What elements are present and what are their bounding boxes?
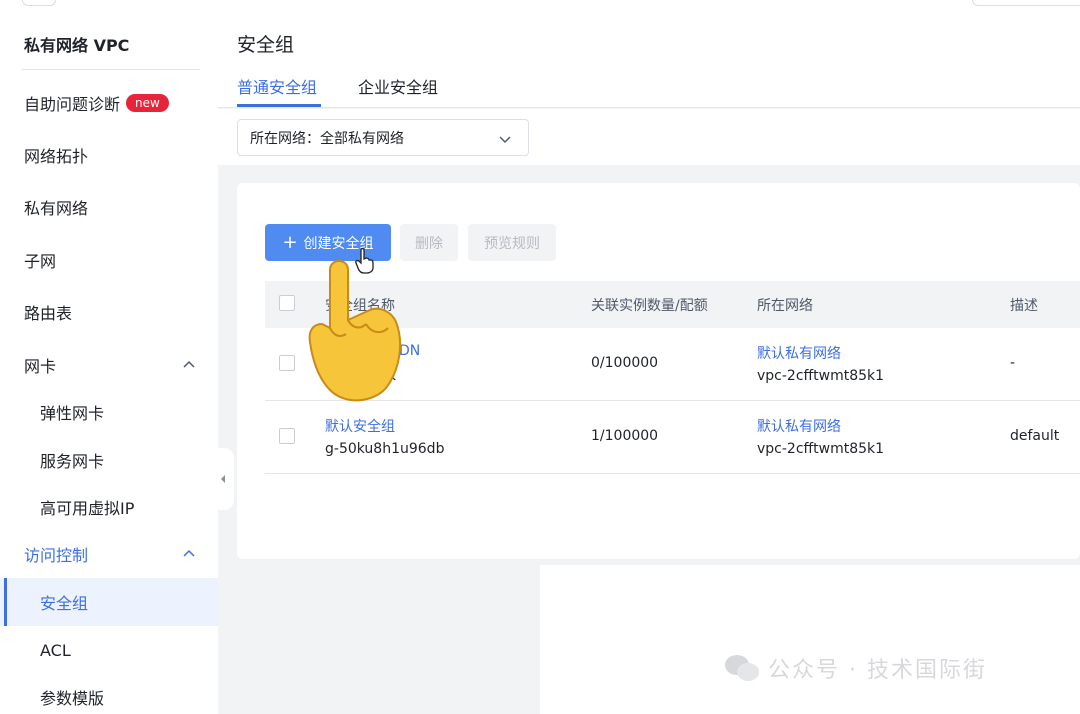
watermark: 公众号 · 技术国际街	[724, 652, 987, 684]
sidebar-item-label: ACL	[40, 640, 71, 660]
preview-rules-button[interactable]: 预览规则	[468, 224, 556, 261]
sidebar-collapse-handle[interactable]	[212, 448, 234, 510]
page-title: 安全组	[237, 34, 295, 56]
sidebar-item-subnet[interactable]: 子网	[0, 236, 218, 284]
sidebar-item-acl[interactable]: ACL	[0, 626, 218, 674]
sidebar-item-elastic-nic[interactable]: 弹性网卡	[0, 388, 218, 436]
description: default	[1010, 428, 1060, 444]
top-left-control[interactable]	[22, 0, 56, 6]
instance-quota: 1/100000	[591, 428, 659, 444]
vpc-id: vpc-2cfftwmt85k1	[757, 441, 885, 457]
sidebar-item-label: 私有网络	[24, 199, 89, 218]
sidebar-item-security-group[interactable]: 安全组	[0, 578, 218, 626]
sidebar-item-label: 安全组	[40, 594, 89, 613]
new-badge: new	[126, 94, 169, 112]
active-tab-indicator	[237, 104, 321, 107]
sidebar-item-route-table[interactable]: 路由表	[0, 288, 218, 336]
network-link[interactable]: 默认私有网络	[757, 416, 841, 436]
sidebar-title: 私有网络 VPC	[24, 36, 130, 55]
wechat-icon	[725, 655, 759, 681]
sidebar: 私有网络 VPC 自助问题诊断 new 网络拓扑 私有网络 子网 路由表 网卡 …	[0, 14, 218, 714]
column-header-quota: 关联实例数量/配额	[591, 298, 708, 314]
top-right-control[interactable]	[972, 0, 1080, 6]
network-link[interactable]: 默认私有网络	[757, 343, 841, 363]
sidebar-item-label: 网络拓扑	[24, 147, 89, 166]
chevron-down-icon	[499, 136, 511, 143]
row-checkbox[interactable]	[279, 355, 295, 371]
sidebar-item-label: 服务网卡	[40, 452, 105, 471]
sidebar-item-topology[interactable]: 网络拓扑	[0, 131, 218, 179]
sidebar-item-havip[interactable]: 高可用虚拟IP	[0, 483, 218, 531]
tab-normal-security-group[interactable]: 普通安全组	[237, 74, 317, 98]
network-select-value: 所在网络：全部私有网络	[250, 130, 404, 147]
security-group-name-link[interactable]: 默认安全组	[325, 416, 395, 436]
sidebar-item-label: 弹性网卡	[40, 404, 105, 423]
sidebar-item-self-diagnosis[interactable]: 自助问题诊断 new	[0, 79, 218, 127]
top-bar	[0, 0, 1080, 14]
column-header-network: 所在网络	[757, 298, 813, 314]
filter-bar: 所在网络：全部私有网络	[218, 109, 1080, 165]
sidebar-divider	[22, 69, 200, 70]
sidebar-item-label: 网卡	[24, 357, 57, 376]
description: -	[1010, 355, 1016, 371]
sidebar-group-access-control[interactable]: 访问控制	[0, 530, 218, 578]
column-header-description: 描述	[1010, 298, 1038, 314]
tab-enterprise-security-group[interactable]: 企业安全组	[358, 74, 438, 98]
pointing-hand-icon	[308, 260, 402, 402]
sidebar-item-param-template[interactable]: 参数模版	[0, 673, 218, 714]
page-header: 安全组 普通安全组 企业安全组	[218, 14, 1080, 108]
sidebar-item-label: 自助问题诊断	[24, 95, 121, 114]
plus-icon: +	[282, 231, 298, 253]
network-select[interactable]: 所在网络：全部私有网络	[237, 119, 529, 156]
chevron-up-icon	[183, 549, 195, 557]
sidebar-item-label: 参数模版	[40, 689, 105, 708]
select-all-checkbox[interactable]	[279, 295, 295, 311]
sidebar-item-vpc[interactable]: 私有网络	[0, 183, 218, 231]
lower-blank-area	[540, 565, 1080, 714]
sidebar-item-service-nic[interactable]: 服务网卡	[0, 436, 218, 484]
sidebar-item-label: 访问控制	[24, 546, 89, 565]
hand-cursor-icon	[355, 248, 374, 274]
row-checkbox[interactable]	[279, 428, 295, 444]
watermark-text: 公众号 · 技术国际街	[768, 658, 987, 683]
caret-left-icon	[221, 475, 225, 483]
sidebar-item-label: 高可用虚拟IP	[40, 499, 135, 518]
table-row: 默认安全组 g-50ku8h1u96db 1/100000 默认私有网络 vpc…	[265, 401, 1080, 474]
sidebar-item-label: 子网	[24, 252, 57, 271]
vpc-id: vpc-2cfftwmt85k1	[757, 368, 885, 384]
security-group-id: g-50ku8h1u96db	[325, 441, 445, 457]
chevron-up-icon	[183, 360, 195, 368]
sidebar-group-nic[interactable]: 网卡	[0, 341, 218, 389]
sidebar-item-label: 路由表	[24, 304, 73, 323]
instance-quota: 0/100000	[591, 355, 659, 371]
